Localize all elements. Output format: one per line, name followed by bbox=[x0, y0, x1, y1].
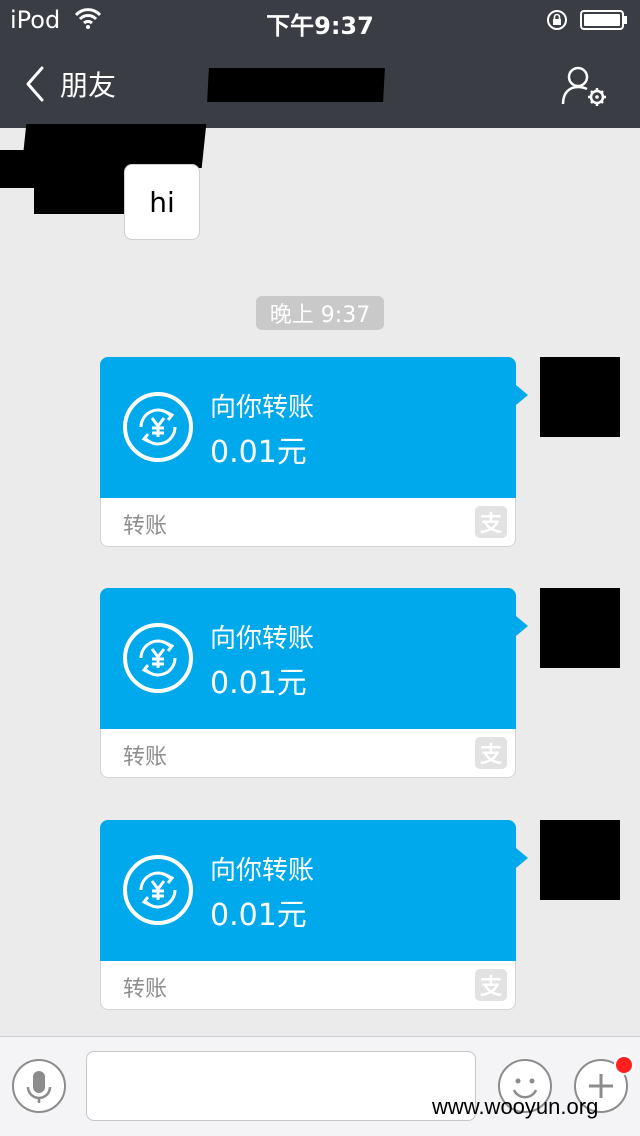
transfer-card[interactable]: 向你转账 0.01元 转账 支 bbox=[100, 820, 528, 1010]
voice-button[interactable] bbox=[12, 1059, 66, 1113]
input-bar bbox=[0, 1036, 640, 1136]
bubble-tail bbox=[516, 385, 528, 405]
microphone-icon bbox=[26, 1071, 52, 1103]
transfer-card[interactable]: 向你转账 0.01元 转账 支 bbox=[100, 588, 528, 778]
transfer-label: 转账 bbox=[123, 977, 168, 1002]
timestamp-text: 晚上 9:37 bbox=[269, 303, 371, 328]
transfer-amount: 0.01元 bbox=[210, 666, 307, 701]
watermark: www.wooyun.org bbox=[432, 1094, 599, 1119]
yuan-transfer-icon bbox=[123, 392, 193, 462]
back-button[interactable]: 朋友 bbox=[24, 64, 116, 104]
avatar[interactable] bbox=[540, 588, 620, 668]
transfer-card-footer: 转账 支 bbox=[100, 961, 516, 1010]
alipay-icon: 支 bbox=[475, 506, 507, 538]
chevron-left-icon bbox=[26, 66, 44, 102]
transfer-amount: 0.01元 bbox=[210, 898, 307, 933]
yuan-transfer-icon bbox=[123, 623, 193, 693]
transfer-card-footer: 转账 支 bbox=[100, 498, 516, 547]
redacted-title bbox=[207, 68, 385, 102]
transfer-card[interactable]: 向你转账 0.01元 转账 支 bbox=[100, 357, 528, 547]
rotation-lock-icon bbox=[547, 10, 567, 30]
alipay-icon: 支 bbox=[475, 969, 507, 1001]
notification-dot bbox=[614, 1055, 634, 1075]
incoming-message-bubble: hi bbox=[124, 164, 200, 240]
avatar[interactable] bbox=[540, 820, 620, 900]
transfer-label: 转账 bbox=[123, 745, 168, 770]
yuan-transfer-icon bbox=[123, 855, 193, 925]
alipay-icon: 支 bbox=[475, 737, 507, 769]
bubble-tail bbox=[516, 616, 528, 636]
battery-icon bbox=[580, 10, 627, 30]
back-label: 朋友 bbox=[60, 69, 117, 102]
status-time: 下午9:37 bbox=[266, 12, 374, 40]
transfer-title: 向你转账 bbox=[210, 624, 315, 654]
message-input[interactable] bbox=[86, 1051, 476, 1121]
transfer-amount: 0.01元 bbox=[210, 435, 307, 470]
bubble-tail bbox=[516, 848, 528, 868]
transfer-title: 向你转账 bbox=[210, 393, 315, 423]
message-text: hi bbox=[149, 185, 175, 219]
status-bar: iPod 下午9:37 bbox=[0, 0, 640, 40]
transfer-label: 转账 bbox=[123, 514, 168, 539]
nav-bar: 朋友 bbox=[0, 40, 640, 128]
timestamp-badge: 晚上 9:37 bbox=[256, 296, 384, 330]
avatar[interactable] bbox=[540, 357, 620, 437]
transfer-title: 向你转账 bbox=[210, 856, 315, 886]
redacted-avatar bbox=[34, 170, 124, 214]
contact-settings-icon[interactable] bbox=[560, 64, 610, 108]
transfer-card-footer: 转账 支 bbox=[100, 729, 516, 778]
